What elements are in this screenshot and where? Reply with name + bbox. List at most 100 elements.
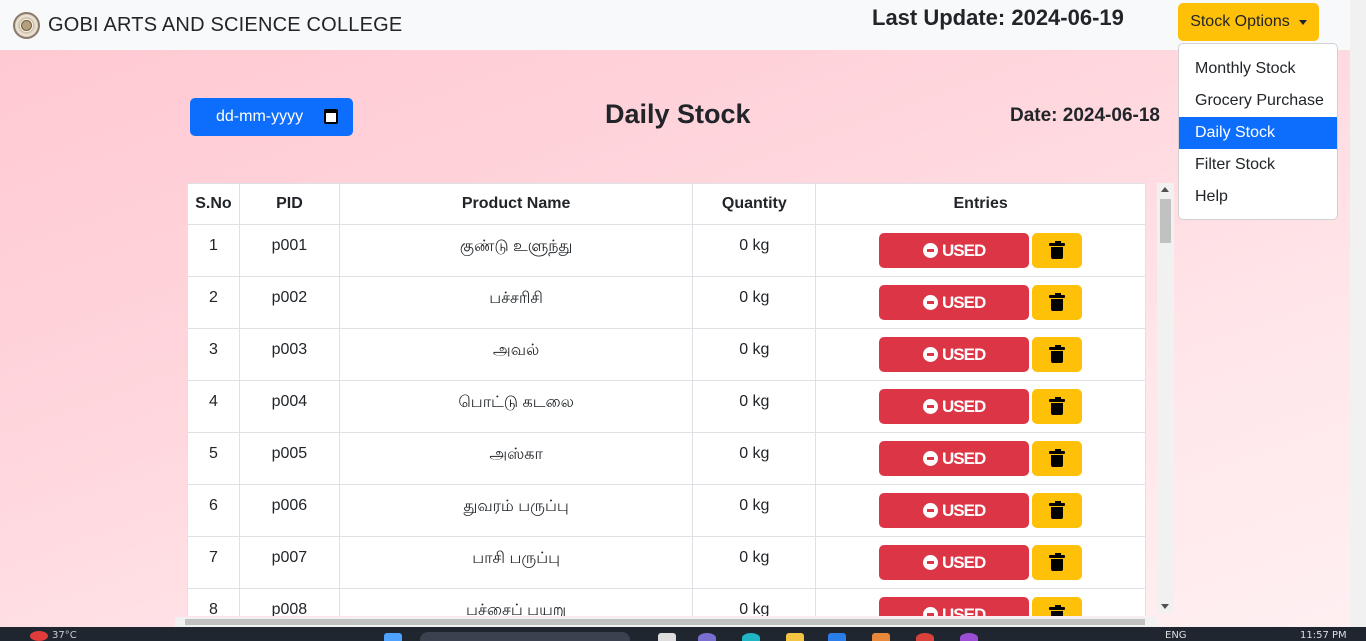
page-scrollbar[interactable] — [1350, 0, 1366, 627]
taskbar-search[interactable] — [420, 632, 630, 641]
cell-quantity: 0 kg — [692, 276, 817, 329]
used-button[interactable]: USED — [879, 389, 1030, 424]
trash-icon — [1049, 345, 1066, 363]
last-update-label: Last Update: 2024-06-19 — [872, 5, 1124, 30]
used-button[interactable]: USED — [879, 233, 1030, 268]
delete-button[interactable] — [1032, 389, 1083, 424]
cell-sno: 4 — [187, 380, 240, 433]
scroll-up-arrow-icon[interactable] — [1161, 187, 1169, 192]
table-row: 1 p001 குண்டு உளுந்து 0 kg USED — [187, 224, 1146, 277]
table-row: 3 p003 அவல் 0 kg USED — [187, 328, 1146, 381]
cell-entries: USED — [815, 588, 1146, 616]
date-picker-input[interactable]: dd-mm-yyyy — [190, 98, 353, 136]
stock-options-dropdown: Monthly Stock Grocery Purchase Daily Sto… — [1178, 43, 1338, 220]
header-quantity: Quantity — [692, 183, 817, 225]
trash-icon — [1049, 397, 1066, 415]
used-button[interactable]: USED — [879, 285, 1030, 320]
used-label: USED — [942, 292, 986, 312]
cell-sno: 8 — [187, 588, 240, 616]
app-icon[interactable] — [872, 633, 890, 641]
cell-quantity: 0 kg — [692, 224, 817, 277]
used-label: USED — [942, 344, 986, 364]
cell-product-name: பச்சரிசி — [338, 276, 694, 329]
calendar-icon[interactable] — [324, 109, 338, 124]
chrome-icon[interactable] — [916, 633, 934, 641]
clock[interactable]: 11:57 PM — [1300, 630, 1347, 641]
used-button[interactable]: USED — [879, 441, 1030, 476]
cell-quantity: 0 kg — [692, 484, 817, 537]
cell-pid: p003 — [238, 328, 340, 381]
scroll-down-arrow-icon[interactable] — [1161, 604, 1169, 609]
current-date-label: Date: 2024-06-18 — [1010, 105, 1160, 126]
used-button[interactable]: USED — [879, 597, 1030, 616]
used-button[interactable]: USED — [879, 493, 1030, 528]
delete-button[interactable] — [1032, 337, 1083, 372]
task-view-icon[interactable] — [658, 633, 676, 641]
minus-circle-icon — [923, 399, 938, 414]
table-vertical-scrollbar[interactable] — [1157, 183, 1174, 613]
file-explorer-icon[interactable] — [786, 633, 804, 641]
used-label: USED — [942, 448, 986, 468]
college-logo-icon — [13, 11, 40, 39]
menu-item-grocery-purchase[interactable]: Grocery Purchase — [1179, 85, 1337, 117]
table-row: 5 p005 அஸ்கா 0 kg USED — [187, 432, 1146, 485]
minus-circle-icon — [923, 555, 938, 570]
table-row: 6 p006 துவரம் பருப்பு 0 kg USED — [187, 484, 1146, 537]
copilot-icon[interactable] — [698, 633, 716, 641]
delete-button[interactable] — [1032, 597, 1083, 616]
table-row: 2 p002 பச்சரிசி 0 kg USED — [187, 276, 1146, 329]
trash-icon — [1049, 553, 1066, 571]
menu-item-monthly-stock[interactable]: Monthly Stock — [1179, 53, 1337, 85]
cell-sno: 7 — [187, 536, 240, 589]
cell-product-name: பாசி பருப்பு — [338, 536, 694, 589]
delete-button[interactable] — [1032, 545, 1083, 580]
stock-options-button[interactable]: Stock Options — [1178, 3, 1319, 41]
used-label: USED — [942, 240, 986, 260]
minus-circle-icon — [923, 503, 938, 518]
edge-icon[interactable] — [742, 633, 760, 641]
cell-sno: 2 — [187, 276, 240, 329]
menu-item-help[interactable]: Help — [1179, 181, 1337, 213]
menu-item-daily-stock[interactable]: Daily Stock — [1179, 117, 1337, 149]
table-body: 1 p001 குண்டு உளுந்து 0 kg USED 2 p002 பச்சரிசி… — [187, 224, 1146, 616]
windows-start-icon[interactable] — [384, 633, 402, 641]
trash-icon — [1049, 241, 1066, 259]
temperature: 37°C — [52, 630, 77, 641]
cell-pid: p008 — [238, 588, 340, 616]
used-button[interactable]: USED — [879, 545, 1030, 580]
cell-entries: USED — [815, 536, 1146, 589]
table-horizontal-scrollbar[interactable] — [175, 617, 1157, 627]
cell-product-name: பொட்டு கடலை — [338, 380, 694, 433]
weather-icon[interactable] — [30, 631, 48, 641]
delete-button[interactable] — [1032, 233, 1083, 268]
cell-entries: USED — [815, 380, 1146, 433]
cell-pid: p004 — [238, 380, 340, 433]
header-product-name: Product Name — [338, 183, 694, 225]
store-icon[interactable] — [828, 633, 846, 641]
delete-button[interactable] — [1032, 285, 1083, 320]
delete-button[interactable] — [1032, 441, 1083, 476]
stock-table-container: S.No PID Product Name Quantity Entries 1… — [187, 183, 1146, 616]
table-row: 7 p007 பாசி பருப்பு 0 kg USED — [187, 536, 1146, 589]
cell-quantity: 0 kg — [692, 536, 817, 589]
brand[interactable]: GOBI ARTS AND SCIENCE COLLEGE — [13, 11, 403, 39]
trash-icon — [1049, 605, 1066, 616]
delete-button[interactable] — [1032, 493, 1083, 528]
caret-down-icon — [1298, 19, 1307, 25]
horizontal-scroll-thumb[interactable] — [185, 619, 1145, 625]
college-name: GOBI ARTS AND SCIENCE COLLEGE — [48, 13, 403, 36]
cell-product-name: அஸ்கா — [338, 432, 694, 485]
trash-icon — [1049, 501, 1066, 519]
cell-pid: p007 — [238, 536, 340, 589]
language-indicator[interactable]: ENG — [1165, 630, 1187, 641]
cell-quantity: 0 kg — [692, 588, 817, 616]
used-button[interactable]: USED — [879, 337, 1030, 372]
app-icon-2[interactable] — [960, 633, 978, 641]
date-placeholder: dd-mm-yyyy — [216, 108, 304, 125]
cell-sno: 5 — [187, 432, 240, 485]
menu-item-filter-stock[interactable]: Filter Stock — [1179, 149, 1337, 181]
used-label: USED — [942, 552, 986, 572]
scroll-thumb[interactable] — [1160, 199, 1171, 243]
minus-circle-icon — [923, 347, 938, 362]
stock-table: S.No PID Product Name Quantity Entries 1… — [187, 183, 1146, 616]
